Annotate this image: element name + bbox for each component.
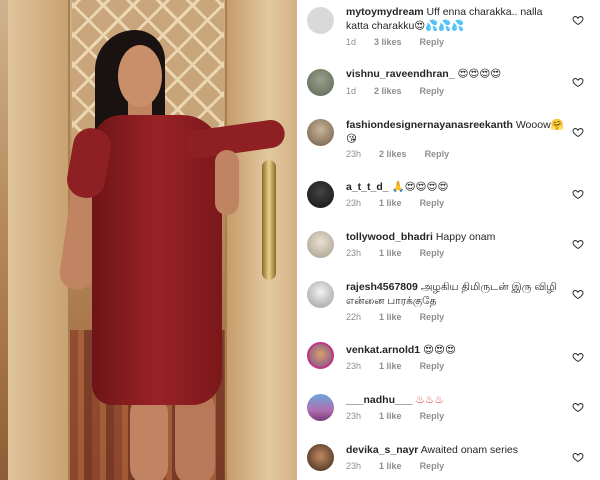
door-panel-right (225, 0, 297, 480)
comment-time[interactable]: 23h (346, 411, 361, 421)
comment-likes[interactable]: 1 like (379, 198, 402, 208)
comment-likes[interactable]: 1 like (379, 248, 402, 258)
reply-button[interactable]: Reply (420, 198, 445, 208)
comment-text: 😍😍😍😍 (457, 68, 502, 80)
door-handle (262, 160, 276, 280)
comment-likes[interactable]: 2 likes (374, 86, 402, 96)
avatar[interactable] (307, 231, 334, 258)
reply-button[interactable]: Reply (420, 411, 445, 421)
avatar[interactable] (307, 7, 334, 34)
comment-list: mytoymydream Uff enna charakka.. nalla k… (297, 0, 600, 480)
reply-button[interactable]: Reply (420, 37, 445, 47)
post-photo (0, 0, 297, 480)
heart-icon[interactable] (572, 75, 584, 88)
arm (215, 150, 239, 215)
comment-likes[interactable]: 1 like (379, 361, 402, 371)
leg (130, 395, 168, 480)
comment-likes[interactable]: 3 likes (374, 37, 402, 47)
avatar[interactable] (307, 181, 334, 208)
comment-username[interactable]: rajesh4567809 (346, 281, 418, 293)
heart-icon[interactable] (572, 13, 584, 26)
heart-icon[interactable] (572, 237, 584, 250)
comment-meta: 22h 1 like Reply (346, 312, 462, 322)
reply-button[interactable]: Reply (420, 86, 445, 96)
heart-icon[interactable] (572, 187, 584, 200)
comment-username[interactable]: a_t_t_d_ (346, 181, 389, 193)
comment-username[interactable]: vishnu_raveendhran_ (346, 68, 455, 80)
comment-likes[interactable]: 1 like (379, 312, 402, 322)
comment-text: 🙏😍😍😍😍 (391, 181, 449, 193)
comment-time[interactable]: 22h (346, 312, 361, 322)
avatar[interactable] (307, 281, 334, 308)
comment-meta: 23h 2 likes Reply (346, 149, 467, 159)
comment-meta: 23h 1 like Reply (346, 361, 462, 371)
comment-time[interactable]: 23h (346, 198, 361, 208)
comment-username[interactable]: mytoymydream (346, 6, 424, 18)
comment-likes[interactable]: 2 likes (379, 149, 407, 159)
reply-button[interactable]: Reply (420, 361, 445, 371)
comment-time[interactable]: 23h (346, 248, 361, 258)
reply-button[interactable]: Reply (425, 149, 450, 159)
reply-button[interactable]: Reply (420, 248, 445, 258)
comment-text: Awaited onam series (420, 444, 519, 456)
heart-icon[interactable] (572, 287, 584, 300)
comment-username[interactable]: venkat.arnold1 (346, 344, 420, 356)
avatar[interactable] (307, 342, 334, 369)
comment-time[interactable]: 1d (346, 37, 356, 47)
heart-icon[interactable] (572, 450, 584, 463)
avatar[interactable] (307, 119, 334, 146)
face (118, 45, 162, 107)
reply-button[interactable]: Reply (420, 461, 445, 471)
comment-meta: 1d 3 likes Reply (346, 37, 462, 47)
comment-username[interactable]: fashiondesignernayanasreekanth (346, 119, 513, 131)
comment-likes[interactable]: 1 like (379, 411, 402, 421)
comment-time[interactable]: 23h (346, 149, 361, 159)
comment-username[interactable]: tollywood_bhadri (346, 231, 433, 243)
comment-text: 😍😍😍 (423, 344, 456, 356)
comment-likes[interactable]: 1 like (379, 461, 402, 471)
comment-meta: 23h 1 like Reply (346, 248, 462, 258)
comment-meta: 23h 1 like Reply (346, 411, 462, 421)
comment-time[interactable]: 23h (346, 361, 361, 371)
avatar[interactable] (307, 444, 334, 471)
heart-icon[interactable] (572, 400, 584, 413)
comment-text: ♨♨♨ (415, 394, 444, 406)
comment-username[interactable]: devika_s_nayr (346, 444, 418, 456)
red-dress (92, 115, 222, 405)
comment-meta: 23h 1 like Reply (346, 198, 462, 208)
door-panel-left (8, 0, 70, 480)
avatar[interactable] (307, 69, 334, 96)
comment-time[interactable]: 1d (346, 86, 356, 96)
heart-icon[interactable] (572, 350, 584, 363)
comment-time[interactable]: 23h (346, 461, 361, 471)
comment-meta: 1d 2 likes Reply (346, 86, 462, 96)
comment-username[interactable]: ___nadhu___ (346, 394, 413, 406)
avatar[interactable] (307, 394, 334, 421)
comment-text: Happy onam (435, 231, 496, 243)
reply-button[interactable]: Reply (420, 312, 445, 322)
heart-icon[interactable] (572, 125, 584, 138)
comment-meta: 23h 1 like Reply (346, 461, 462, 471)
